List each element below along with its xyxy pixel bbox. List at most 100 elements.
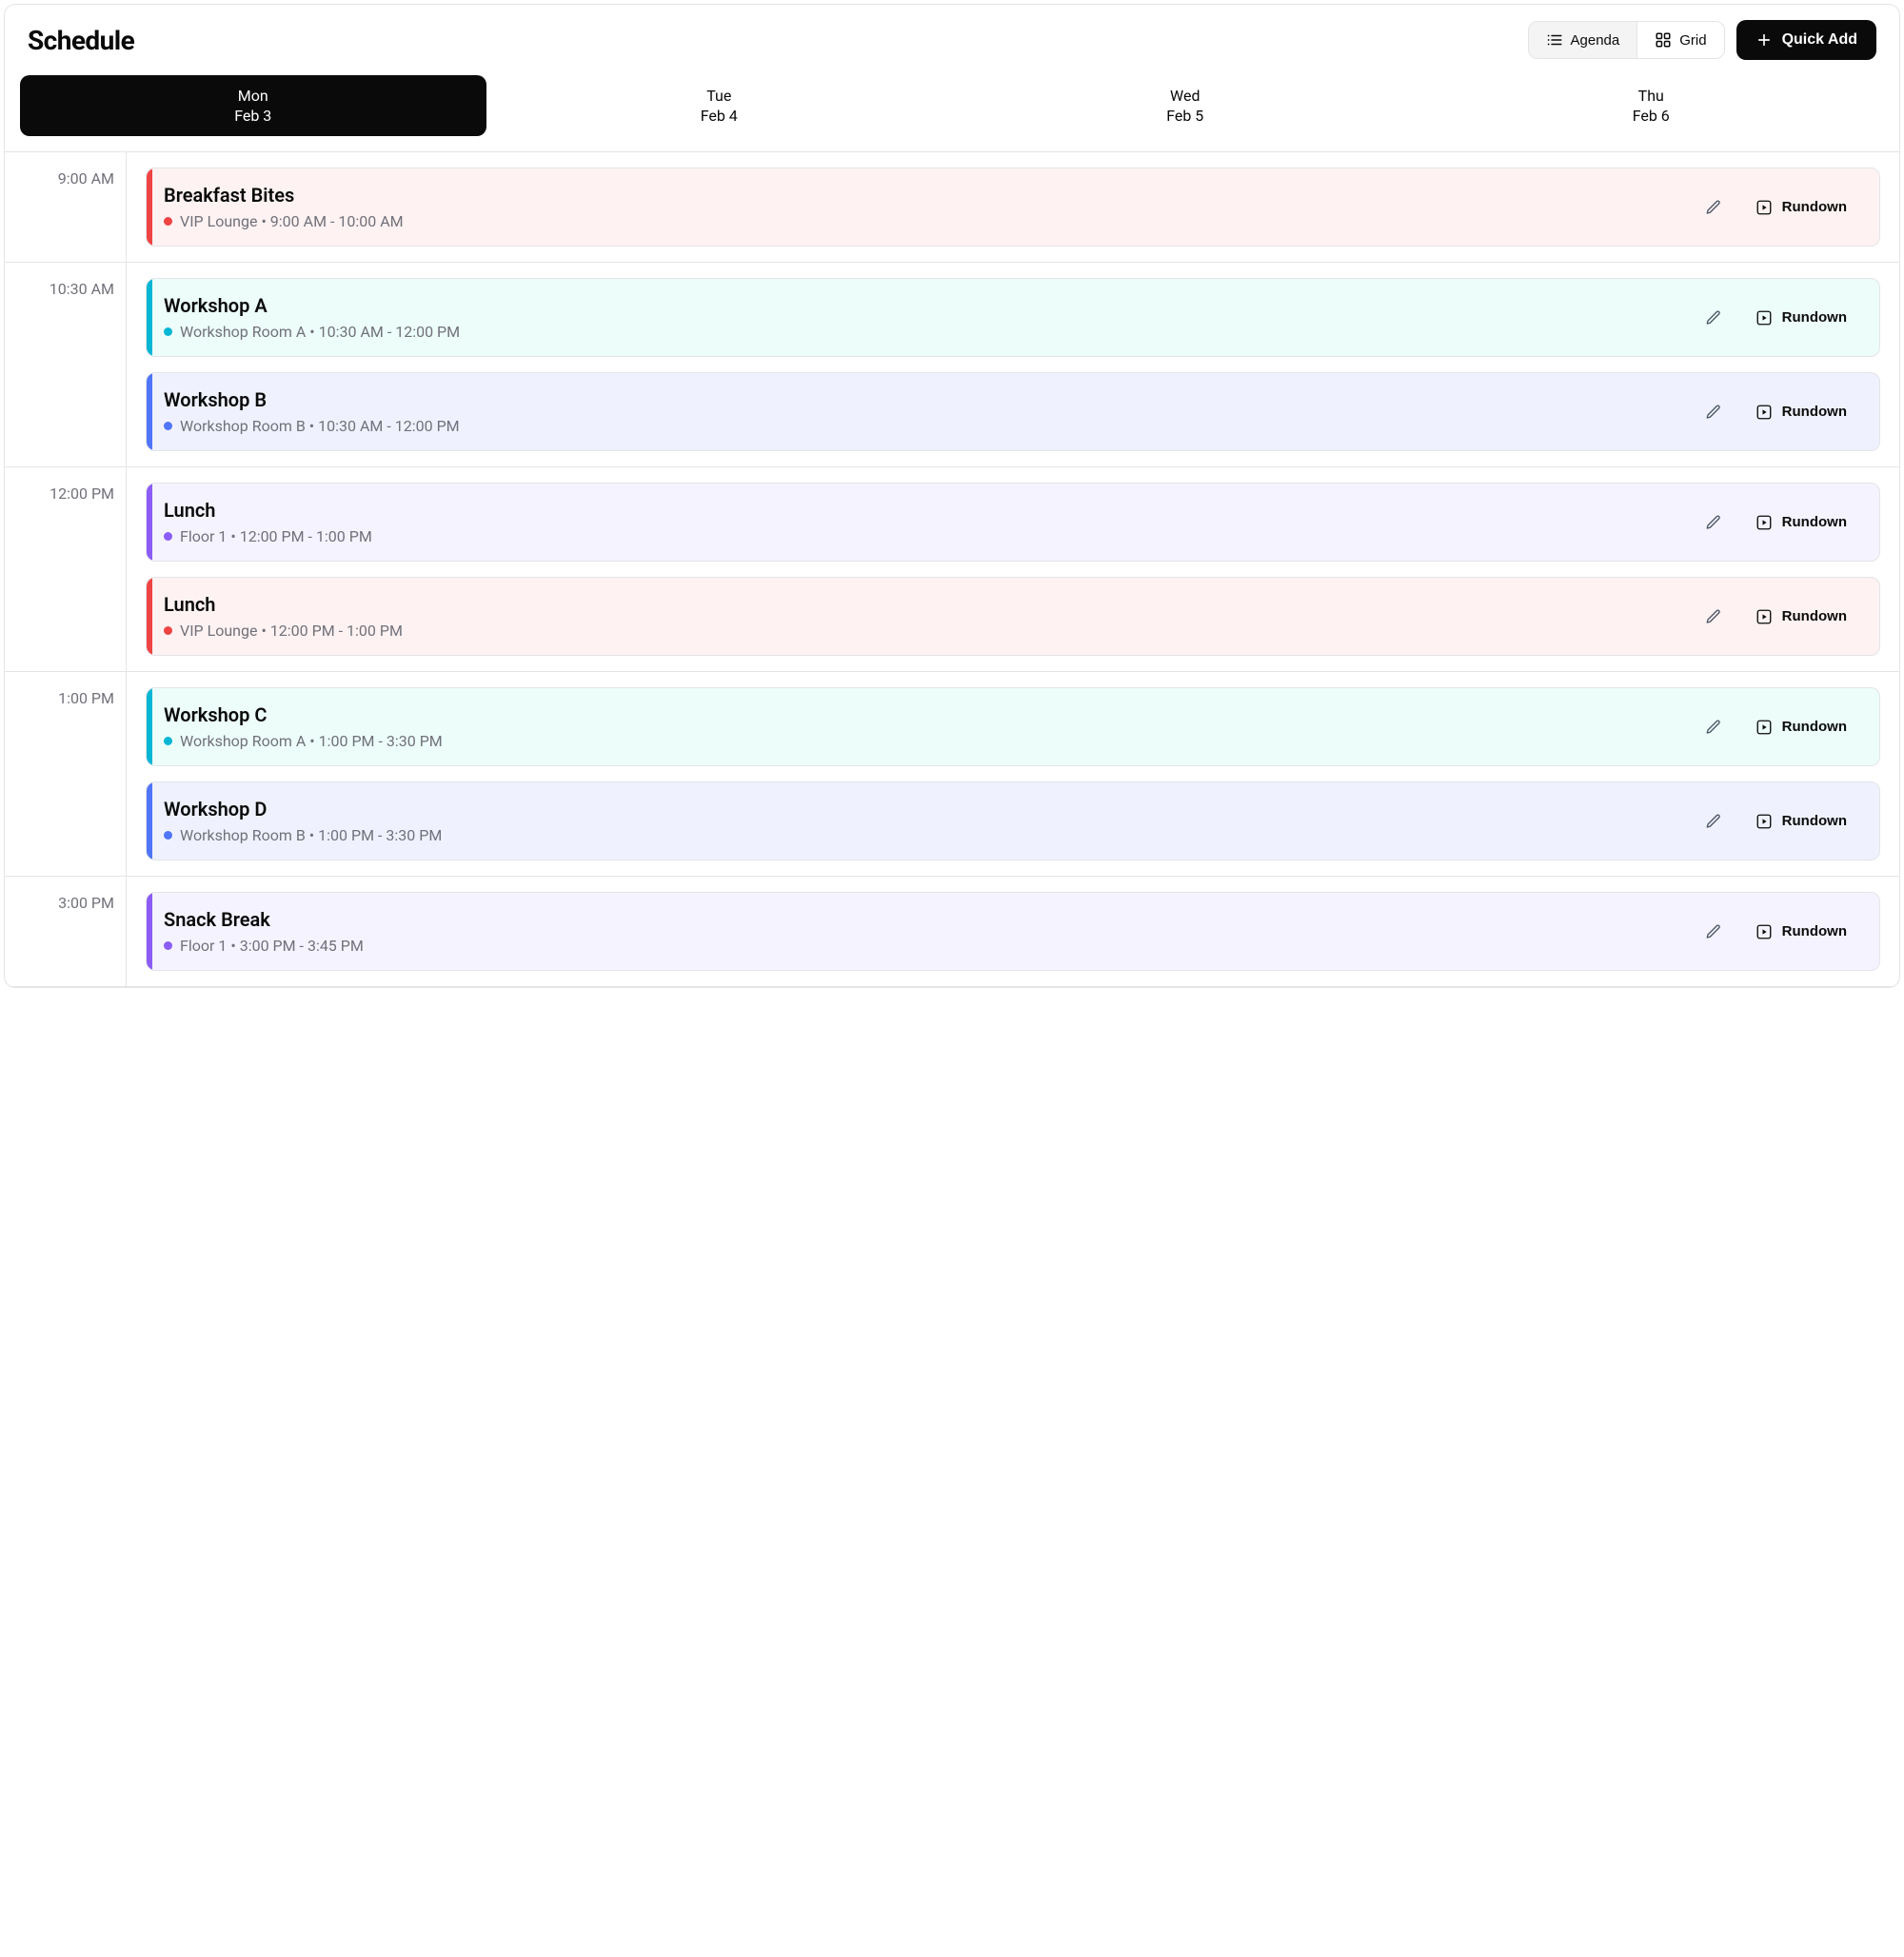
event-card[interactable]: Workshop C Workshop Room A • 1:00 PM - 3… (146, 687, 1880, 766)
schedule-app: Schedule Agenda Grid Quick Add MonFeb 3T… (4, 4, 1900, 988)
rundown-button[interactable]: Rundown (1744, 601, 1858, 633)
color-dot (164, 831, 172, 840)
play-icon (1755, 199, 1773, 216)
rundown-button[interactable]: Rundown (1744, 396, 1858, 428)
time-label: 3:00 PM (5, 877, 127, 986)
color-dot (164, 422, 172, 430)
edit-button[interactable] (1696, 395, 1731, 429)
events-column: Breakfast Bites VIP Lounge • 9:00 AM - 1… (127, 152, 1899, 262)
rundown-label: Rundown (1782, 309, 1847, 326)
rundown-button[interactable]: Rundown (1744, 302, 1858, 334)
day-tab[interactable]: Mon Feb 3 (20, 75, 486, 136)
event-main: Workshop C Workshop Room A • 1:00 PM - 3… (164, 703, 1696, 750)
play-icon (1755, 404, 1773, 421)
event-main: Breakfast Bites VIP Lounge • 9:00 AM - 1… (164, 184, 1696, 230)
pencil-icon (1705, 923, 1722, 940)
event-actions: Rundown (1696, 915, 1858, 949)
rundown-button[interactable]: Rundown (1744, 805, 1858, 838)
day-tab[interactable]: ThuFeb 6 (1418, 75, 1885, 136)
day-date: Feb 5 (960, 107, 1411, 125)
play-icon (1755, 309, 1773, 326)
event-main: Lunch Floor 1 • 12:00 PM - 1:00 PM (164, 499, 1696, 545)
day-date: Feb 6 (1426, 107, 1877, 125)
event-subtitle: Floor 1 • 3:00 PM - 3:45 PM (164, 937, 1696, 955)
play-icon (1755, 514, 1773, 531)
play-icon (1755, 923, 1773, 940)
event-subtitle: VIP Lounge • 9:00 AM - 10:00 AM (164, 212, 1696, 230)
color-dot (164, 737, 172, 745)
quick-add-button[interactable]: Quick Add (1736, 20, 1876, 60)
time-slot: 12:00 PM Lunch Floor 1 • 12:00 PM - 1:00… (5, 467, 1899, 672)
event-main: Workshop A Workshop Room A • 10:30 AM - … (164, 294, 1696, 341)
pencil-icon (1705, 309, 1722, 326)
event-main: Snack Break Floor 1 • 3:00 PM - 3:45 PM (164, 908, 1696, 955)
event-title: Workshop B (164, 388, 1696, 411)
rundown-label: Rundown (1782, 923, 1847, 939)
pencil-icon (1705, 404, 1722, 421)
event-title: Breakfast Bites (164, 184, 1696, 207)
rundown-label: Rundown (1782, 404, 1847, 420)
pencil-icon (1705, 199, 1722, 216)
day-tab[interactable]: WedFeb 5 (952, 75, 1418, 136)
event-card[interactable]: Workshop D Workshop Room B • 1:00 PM - 3… (146, 781, 1880, 860)
edit-button[interactable] (1696, 600, 1731, 634)
time-slot: 9:00 AM Breakfast Bites VIP Lounge • 9:0… (5, 152, 1899, 263)
edit-button[interactable] (1696, 710, 1731, 744)
view-agenda-button[interactable]: Agenda (1529, 22, 1637, 58)
event-location-time: Workshop Room B • 1:00 PM - 3:30 PM (180, 826, 442, 844)
day-tabs: Mon Feb 3 TueFeb 4WedFeb 5ThuFeb 6 (5, 75, 1899, 151)
event-main: Lunch VIP Lounge • 12:00 PM - 1:00 PM (164, 593, 1696, 640)
rundown-label: Rundown (1782, 608, 1847, 624)
time-slot: 3:00 PM Snack Break Floor 1 • 3:00 PM - … (5, 877, 1899, 987)
event-subtitle: Workshop Room A • 10:30 AM - 12:00 PM (164, 323, 1696, 341)
edit-button[interactable] (1696, 915, 1731, 949)
event-card[interactable]: Workshop B Workshop Room B • 10:30 AM - … (146, 372, 1880, 451)
view-toggle: Agenda Grid (1528, 21, 1725, 59)
pencil-icon (1705, 719, 1722, 736)
time-label: 12:00 PM (5, 467, 127, 671)
event-card[interactable]: Lunch VIP Lounge • 12:00 PM - 1:00 PM Ru… (146, 577, 1880, 656)
play-icon (1755, 719, 1773, 736)
events-column: Snack Break Floor 1 • 3:00 PM - 3:45 PM … (127, 877, 1899, 986)
day-date: Feb 3 (28, 107, 479, 125)
event-card[interactable]: Breakfast Bites VIP Lounge • 9:00 AM - 1… (146, 168, 1880, 247)
edit-button[interactable] (1696, 804, 1731, 839)
color-dot (164, 532, 172, 541)
rundown-label: Rundown (1782, 514, 1847, 530)
day-name: Tue (494, 87, 945, 105)
edit-button[interactable] (1696, 505, 1731, 540)
time-label: 9:00 AM (5, 152, 127, 262)
event-actions: Rundown (1696, 190, 1858, 225)
rundown-button[interactable]: Rundown (1744, 711, 1858, 743)
grid-icon (1655, 31, 1672, 49)
event-card[interactable]: Snack Break Floor 1 • 3:00 PM - 3:45 PM … (146, 892, 1880, 971)
event-actions: Rundown (1696, 600, 1858, 634)
event-card[interactable]: Workshop A Workshop Room A • 10:30 AM - … (146, 278, 1880, 357)
edit-button[interactable] (1696, 190, 1731, 225)
event-main: Workshop D Workshop Room B • 1:00 PM - 3… (164, 798, 1696, 844)
day-name: Mon (28, 87, 479, 105)
event-location-time: VIP Lounge • 9:00 AM - 10:00 AM (180, 212, 404, 230)
event-actions: Rundown (1696, 505, 1858, 540)
event-title: Workshop C (164, 703, 1696, 726)
rundown-button[interactable]: Rundown (1744, 191, 1858, 224)
rundown-button[interactable]: Rundown (1744, 916, 1858, 948)
event-actions: Rundown (1696, 395, 1858, 429)
event-subtitle: Floor 1 • 12:00 PM - 1:00 PM (164, 527, 1696, 545)
time-label: 10:30 AM (5, 263, 127, 466)
event-card[interactable]: Lunch Floor 1 • 12:00 PM - 1:00 PM Rundo… (146, 483, 1880, 562)
edit-button[interactable] (1696, 301, 1731, 335)
event-location-time: Workshop Room B • 10:30 AM - 12:00 PM (180, 417, 460, 435)
time-label: 1:00 PM (5, 672, 127, 876)
event-location-time: Workshop Room A • 1:00 PM - 3:30 PM (180, 732, 443, 750)
pencil-icon (1705, 514, 1722, 531)
day-tab[interactable]: TueFeb 4 (486, 75, 953, 136)
view-grid-button[interactable]: Grid (1636, 22, 1723, 58)
event-main: Workshop B Workshop Room B • 10:30 AM - … (164, 388, 1696, 435)
rundown-button[interactable]: Rundown (1744, 506, 1858, 539)
time-slot: 1:00 PM Workshop C Workshop Room A • 1:0… (5, 672, 1899, 877)
event-subtitle: VIP Lounge • 12:00 PM - 1:00 PM (164, 622, 1696, 640)
quick-add-label: Quick Add (1782, 31, 1857, 49)
play-icon (1755, 608, 1773, 625)
color-dot (164, 217, 172, 226)
